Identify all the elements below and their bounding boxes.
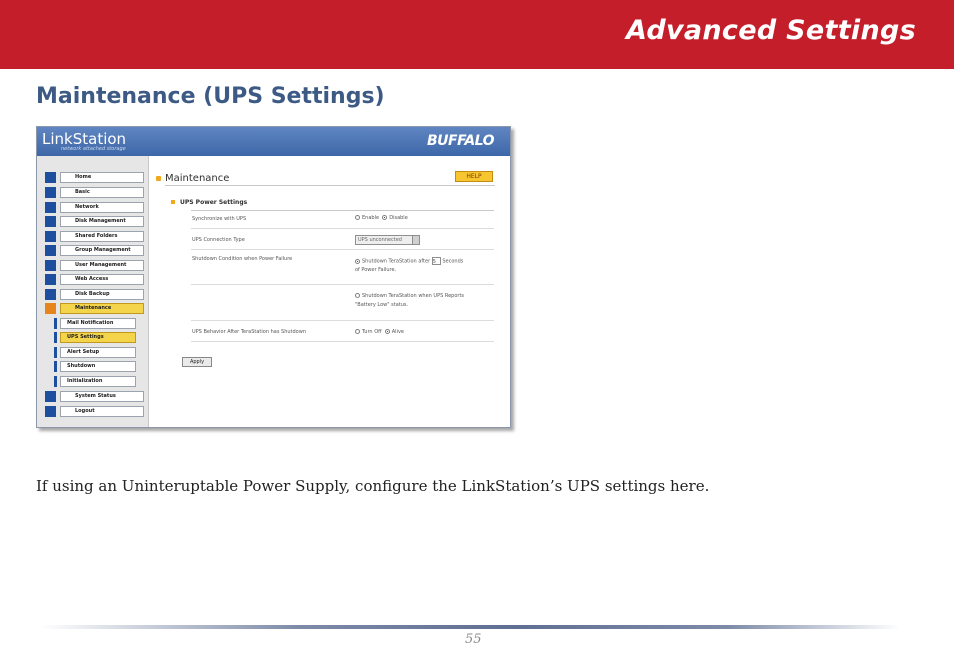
sidebar-item-label: Network — [60, 202, 144, 213]
shutdown-after-radio[interactable] — [355, 258, 360, 264]
linkstation-screenshot: LinkStation network attached storage BUF… — [36, 126, 511, 428]
status-icon — [45, 391, 56, 402]
power-failure-tail: of Power Failure. — [355, 267, 397, 273]
linkstation-tagline: network attached storage — [61, 146, 126, 152]
row-divider — [191, 341, 494, 342]
sidebar-item-label: Logout — [60, 406, 144, 417]
sidebar-item-label: System Status — [60, 391, 144, 402]
sidebar-item-label: User Management — [60, 260, 144, 271]
alive-radio[interactable] — [384, 329, 390, 334]
apply-button[interactable]: Apply — [182, 357, 212, 367]
home-icon — [45, 172, 56, 183]
user-icon — [45, 260, 56, 271]
connection-type-value: UPS unconnected — [358, 237, 402, 243]
row-divider — [191, 284, 494, 285]
page-heading: Maintenance (UPS Settings) — [36, 84, 385, 109]
basic-icon — [45, 187, 56, 198]
wrench-icon — [45, 303, 56, 314]
backup-icon — [45, 289, 56, 300]
alive-label: Alive — [391, 329, 404, 335]
ups-section-title: UPS Power Settings — [170, 199, 248, 206]
sidebar-subitem-label: Alert Setup — [60, 347, 136, 358]
seconds-select[interactable]: 5 — [431, 257, 441, 265]
sync-ups-label: Synchronize with UPS — [192, 216, 247, 222]
globe-icon — [45, 274, 56, 285]
sidebar-item-label: Basic — [60, 187, 144, 198]
shutdown-condition-label: Shutdown Condition when Power Failure — [192, 256, 293, 262]
sidebar-item-label: Maintenance — [60, 303, 144, 314]
shutdown-after-text: Shutdown TeraStation after — [362, 258, 431, 265]
page-number: 55 — [465, 632, 482, 647]
help-button[interactable]: HELP — [455, 171, 493, 182]
buffalo-logo: BUFFALO — [426, 133, 495, 149]
sidebar-subitem-label: Initialization — [60, 376, 136, 387]
sync-enable-label: Enable — [362, 215, 380, 221]
ups-behavior-options: Turn Off Alive — [355, 328, 404, 337]
connection-type-select[interactable]: UPS unconnected — [355, 235, 420, 245]
subitem-marker — [54, 361, 57, 372]
sidebar-subitem-label: Mail Notification — [60, 318, 136, 329]
seconds-value: 5 — [432, 259, 436, 265]
sync-ups-options: Enable Disable — [355, 214, 408, 223]
subitem-marker — [54, 318, 57, 329]
title-divider — [165, 185, 495, 186]
body-paragraph: If using an Uninteruptable Power Supply,… — [36, 477, 710, 495]
sync-enable-radio[interactable] — [355, 215, 360, 220]
row-divider — [191, 249, 494, 250]
shutdown-battery-radio[interactable] — [355, 293, 360, 298]
sidebar-subitem-label: Shutdown — [60, 361, 136, 372]
maintenance-title: Maintenance — [155, 173, 230, 184]
sidebar-item-label: Home — [60, 172, 144, 183]
sidebar-subitem-label: UPS Settings — [60, 332, 136, 343]
linkstation-header: LinkStation network attached storage BUF… — [37, 127, 510, 156]
group-icon — [45, 245, 56, 256]
chevron-down-icon — [412, 236, 419, 244]
sidebar-item-label: Group Management — [60, 245, 144, 256]
sidebar-item-label: Shared Folders — [60, 231, 144, 242]
turn-off-label: Turn Off — [362, 329, 382, 335]
logout-icon — [45, 406, 56, 417]
shutdown-battery-text: Shutdown TeraStation when UPS Reports — [362, 293, 465, 299]
section-divider — [191, 210, 494, 211]
row-divider — [191, 320, 494, 321]
subitem-marker — [54, 347, 57, 358]
sidebar-item-label: Web Access — [60, 274, 144, 285]
section-title: Advanced Settings — [625, 15, 916, 46]
ups-behavior-label: UPS Behavior After TeraStation has Shutd… — [192, 329, 306, 335]
sidebar-item-label: Disk Backup — [60, 289, 144, 300]
sync-disable-label: Disable — [389, 215, 408, 221]
folder-icon — [45, 231, 56, 242]
shutdown-battery-option: Shutdown TeraStation when UPS Reports — [355, 292, 464, 301]
sidebar-item-label: Disk Management — [60, 216, 144, 227]
sidebar: Home Basic Network Disk Management Share… — [37, 156, 149, 427]
network-icon — [45, 202, 56, 213]
subitem-marker — [54, 332, 57, 343]
subitem-marker — [54, 376, 57, 387]
sync-disable-radio[interactable] — [382, 215, 388, 220]
row-divider — [191, 228, 494, 229]
footer-divider — [40, 625, 900, 629]
connection-type-label: UPS Connection Type — [192, 237, 245, 243]
battery-low-text: "Battery Low" status. — [355, 302, 409, 308]
turn-off-radio[interactable] — [355, 329, 360, 334]
seconds-unit: Seconds — [442, 258, 464, 265]
disk-icon — [45, 216, 56, 227]
